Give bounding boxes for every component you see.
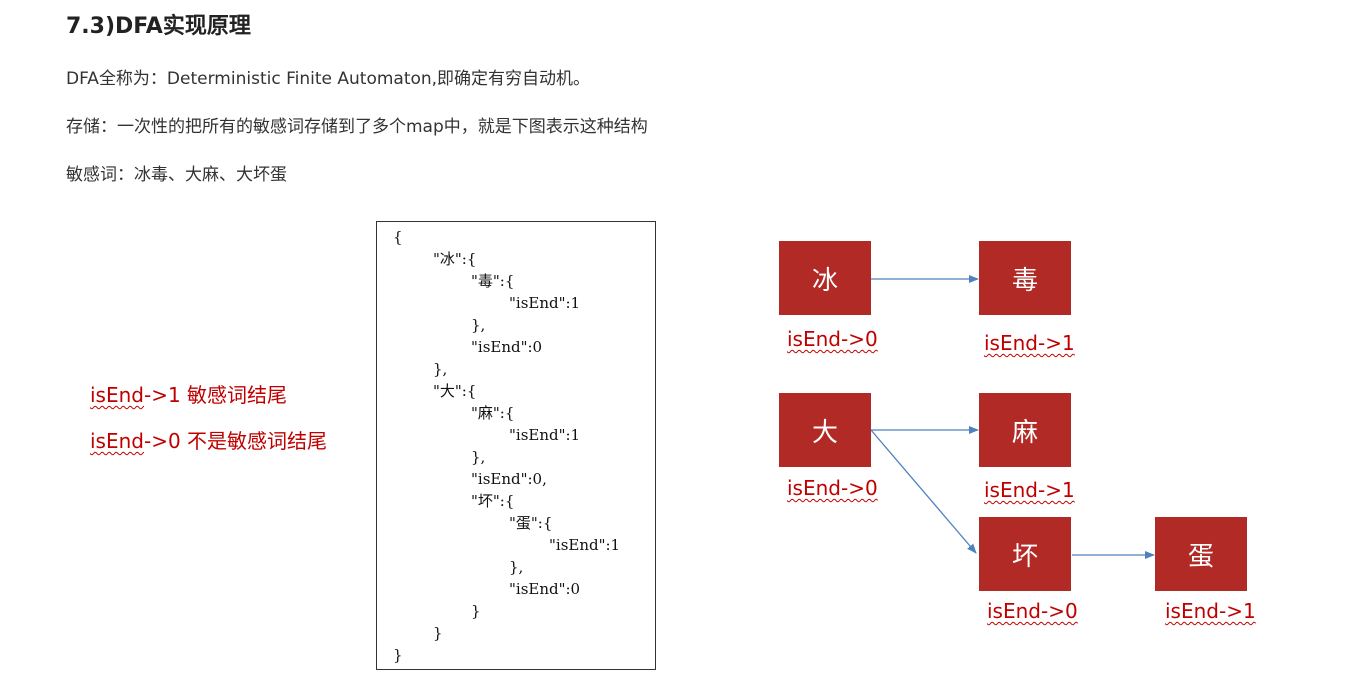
node-bing-label: isEnd->0 xyxy=(787,327,878,351)
node-huai: 坏 xyxy=(979,517,1071,591)
node-label-text: isEnd->0 xyxy=(987,599,1078,623)
node-dan: 蛋 xyxy=(1155,517,1247,591)
node-du-label: isEnd->1 xyxy=(984,331,1075,355)
node-du: 毒 xyxy=(979,241,1071,315)
node-huai-label: isEnd->0 xyxy=(987,599,1078,623)
node-label-text: isEnd->1 xyxy=(984,478,1075,502)
arrow-da-to-huai xyxy=(870,429,977,554)
node-label-text: isEnd->0 xyxy=(787,327,878,351)
node-label-text: isEnd->1 xyxy=(984,331,1075,355)
node-label-text: isEnd->1 xyxy=(1165,599,1256,623)
node-da: 大 xyxy=(779,393,871,467)
node-label-text: isEnd->0 xyxy=(787,476,878,500)
node-bing: 冰 xyxy=(779,241,871,315)
node-ma-label: isEnd->1 xyxy=(984,478,1075,502)
node-da-label: isEnd->0 xyxy=(787,476,878,500)
node-ma: 麻 xyxy=(979,393,1071,467)
node-dan-label: isEnd->1 xyxy=(1165,599,1256,623)
